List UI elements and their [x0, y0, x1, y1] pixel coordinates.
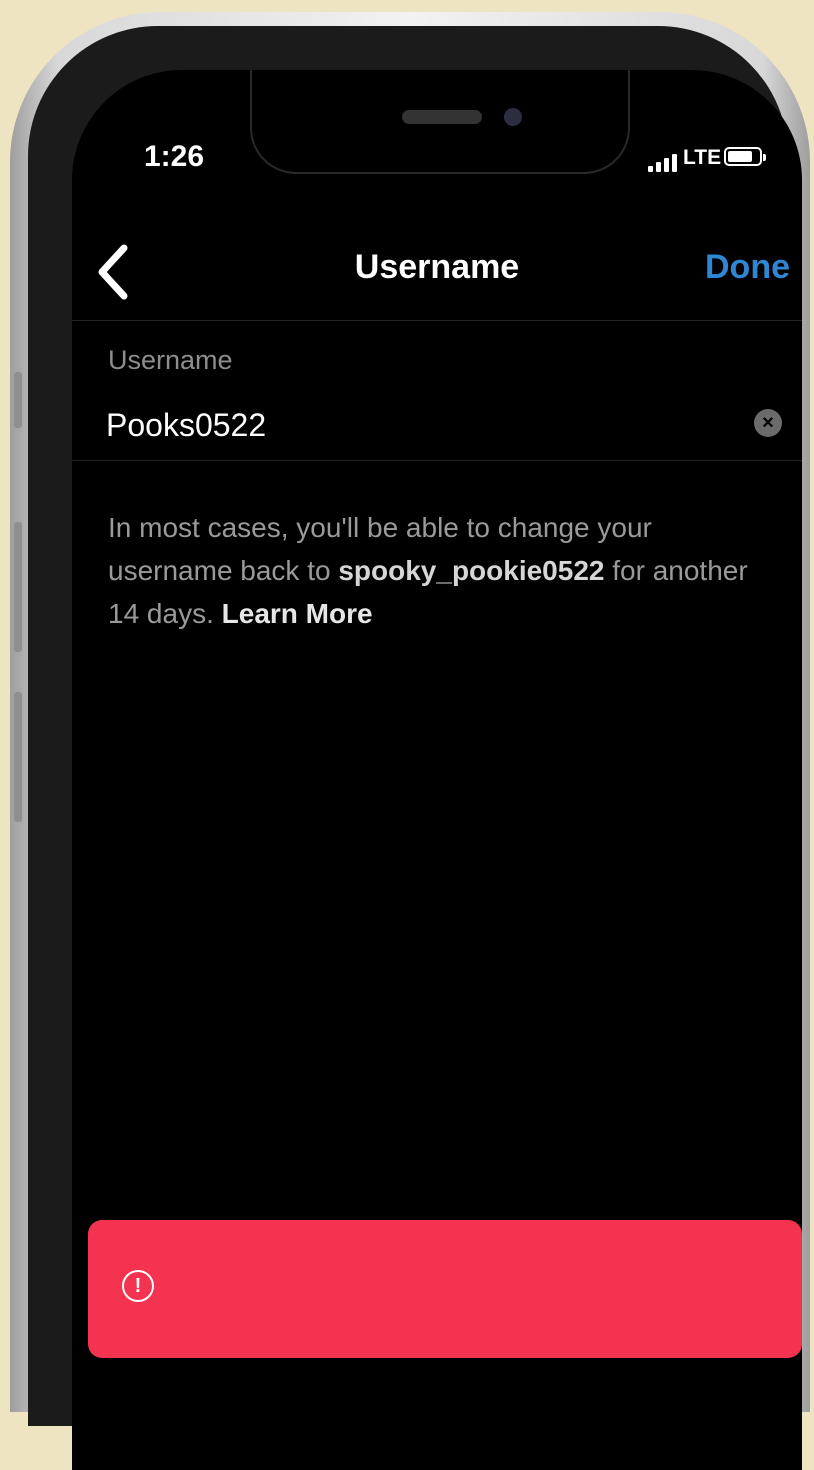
volume-up-button [14, 522, 22, 652]
network-label: LTE [683, 146, 722, 169]
notch [250, 70, 630, 174]
username-input[interactable] [106, 402, 706, 448]
username-field-label: Username [108, 345, 233, 375]
help-text: In most cases, you'll be able to change … [108, 506, 778, 635]
screen: 1:26 LTE Username Done Username × In mos… [72, 70, 802, 1470]
mute-switch [14, 372, 22, 428]
status-time: 1:26 [144, 140, 205, 173]
battery-level [728, 151, 752, 162]
volume-down-button [14, 692, 22, 822]
learn-more-link[interactable]: Learn More [222, 598, 373, 629]
alert-circle-icon: ! [122, 1270, 154, 1302]
speaker-grille [402, 110, 482, 124]
phone-bezel: 1:26 LTE Username Done Username × In mos… [28, 26, 802, 1470]
signal-icon [648, 154, 677, 172]
page-title: Username [354, 248, 520, 286]
header-divider [72, 320, 802, 321]
battery-icon [724, 147, 766, 166]
field-divider [72, 460, 802, 461]
clear-circle-icon[interactable]: × [754, 409, 782, 437]
done-button[interactable]: Done [705, 248, 790, 287]
camera-icon [504, 108, 522, 126]
previous-username: spooky_pookie0522 [338, 555, 605, 586]
error-banner: ! [88, 1220, 802, 1358]
